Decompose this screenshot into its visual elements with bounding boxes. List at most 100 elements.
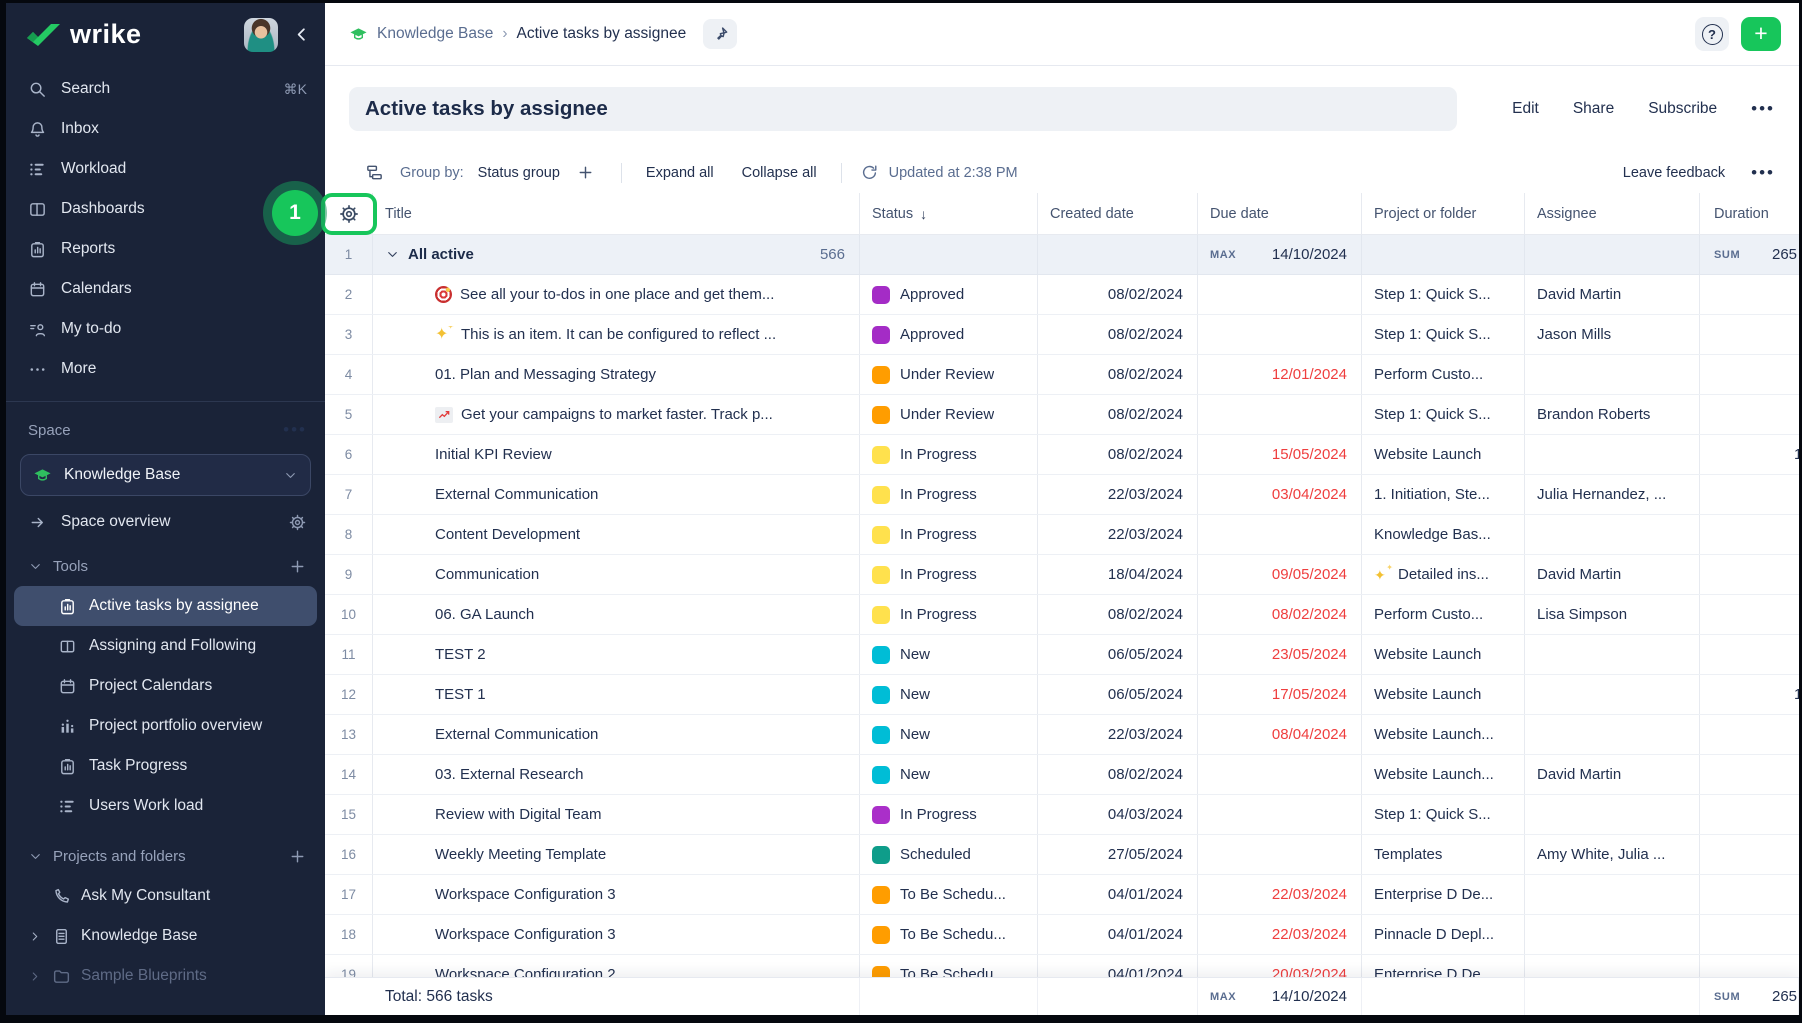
cell-title[interactable]: TEST 2 bbox=[373, 635, 860, 674]
create-button[interactable]: + bbox=[1741, 17, 1781, 51]
cell-title[interactable]: Weekly Meeting Template bbox=[373, 835, 860, 874]
chevron-down-icon[interactable] bbox=[385, 247, 400, 262]
edit-button[interactable]: Edit bbox=[1512, 100, 1539, 118]
table-row[interactable]: 11TEST 2New06/05/202423/05/2024Website L… bbox=[325, 635, 1799, 675]
projects-section-header[interactable]: Projects and folders bbox=[6, 836, 325, 876]
cell-status[interactable]: Approved bbox=[860, 275, 1038, 314]
sidebar-item-search[interactable]: Search⌘K bbox=[6, 69, 325, 109]
sidebar-item-ask-my-consultant[interactable]: Ask My Consultant bbox=[6, 876, 325, 916]
cell-status[interactable]: To Be Schedu... bbox=[860, 915, 1038, 954]
annotation-highlight-box[interactable] bbox=[321, 193, 377, 235]
table-row[interactable]: 6Initial KPI ReviewIn Progress08/02/2024… bbox=[325, 435, 1799, 475]
expand-all-button[interactable]: Expand all bbox=[646, 165, 714, 181]
sidebar-item-knowledge-base[interactable]: Knowledge Base bbox=[6, 916, 325, 956]
cell-title[interactable]: Communication bbox=[373, 555, 860, 594]
cell-title[interactable]: Get your campaigns to market faster. Tra… bbox=[373, 395, 860, 434]
cell-title[interactable]: ✦This is an item. It can be configured t… bbox=[373, 315, 860, 354]
cell-status[interactable]: In Progress bbox=[860, 515, 1038, 554]
cell-status[interactable]: In Progress bbox=[860, 435, 1038, 474]
toolbar-more-button[interactable]: ••• bbox=[1751, 163, 1775, 183]
chevron-right-icon[interactable] bbox=[28, 929, 42, 944]
cell-status[interactable]: Scheduled bbox=[860, 835, 1038, 874]
cell-status[interactable]: In Progress bbox=[860, 595, 1038, 634]
gear-icon[interactable] bbox=[338, 203, 360, 225]
table-row[interactable]: 12TEST 1New06/05/202417/05/2024Website L… bbox=[325, 675, 1799, 715]
cell-status[interactable]: To Be Schedu... bbox=[860, 875, 1038, 914]
table-row[interactable]: 3✦This is an item. It can be configured … bbox=[325, 315, 1799, 355]
breadcrumb-space-link[interactable]: Knowledge Base bbox=[377, 25, 493, 43]
refresh-icon[interactable] bbox=[860, 163, 879, 182]
wrike-logo[interactable]: wrike bbox=[26, 19, 244, 50]
cell-title[interactable]: Content Development bbox=[373, 515, 860, 554]
chevron-right-icon[interactable] bbox=[28, 969, 42, 984]
table-row[interactable]: 13External CommunicationNew22/03/202408/… bbox=[325, 715, 1799, 755]
cell-status[interactable]: Approved bbox=[860, 315, 1038, 354]
sidebar-item-active-tasks-by-assignee[interactable]: Active tasks by assignee bbox=[14, 586, 317, 626]
table-row[interactable]: 16Weekly Meeting TemplateScheduled27/05/… bbox=[325, 835, 1799, 875]
sidebar-item-reports[interactable]: Reports bbox=[6, 229, 325, 269]
cell-status[interactable]: In Progress bbox=[860, 555, 1038, 594]
table-row[interactable]: 8Content DevelopmentIn Progress22/03/202… bbox=[325, 515, 1799, 555]
cell-title[interactable]: Workspace Configuration 3 bbox=[373, 875, 860, 914]
table-row[interactable]: 18Workspace Configuration 3To Be Schedu.… bbox=[325, 915, 1799, 955]
sidebar-item-sample-blueprints[interactable]: Sample Blueprints bbox=[6, 956, 325, 996]
cell-title[interactable]: TEST 1 bbox=[373, 675, 860, 714]
sidebar-item-space-overview[interactable]: Space overview bbox=[6, 502, 325, 542]
help-button[interactable]: ? bbox=[1695, 17, 1729, 51]
gear-icon[interactable] bbox=[288, 513, 307, 532]
cell-title[interactable]: 03. External Research bbox=[373, 755, 860, 794]
column-header-status[interactable]: Status ↓ bbox=[860, 193, 1038, 234]
sidebar-item-workload[interactable]: Workload bbox=[6, 149, 325, 189]
sort-desc-icon[interactable]: ↓ bbox=[920, 206, 927, 222]
cell-status[interactable]: New bbox=[860, 635, 1038, 674]
table-row[interactable]: 15Review with Digital TeamIn Progress04/… bbox=[325, 795, 1799, 835]
column-header-title[interactable]: Title bbox=[373, 193, 860, 234]
table-row[interactable]: 17Workspace Configuration 3To Be Schedu.… bbox=[325, 875, 1799, 915]
table-row[interactable]: 9CommunicationIn Progress18/04/202409/05… bbox=[325, 555, 1799, 595]
plus-icon[interactable] bbox=[576, 163, 595, 182]
cell-status[interactable]: Under Review bbox=[860, 355, 1038, 394]
table-row[interactable]: 1403. External ResearchNew08/02/2024Webs… bbox=[325, 755, 1799, 795]
space-more-button[interactable]: ••• bbox=[283, 420, 307, 440]
sidebar-item-project-calendars[interactable]: Project Calendars bbox=[6, 666, 325, 706]
pin-button[interactable] bbox=[703, 19, 737, 49]
cell-title[interactable]: Review with Digital Team bbox=[373, 795, 860, 834]
sidebar-item-my-to-do[interactable]: My to-do bbox=[6, 309, 325, 349]
sidebar-item-assigning-and-following[interactable]: Assigning and Following bbox=[6, 626, 325, 666]
cell-status[interactable]: In Progress bbox=[860, 475, 1038, 514]
table-row[interactable]: 2See all your to-dos in one place and ge… bbox=[325, 275, 1799, 315]
space-selector[interactable]: Knowledge Base bbox=[20, 454, 311, 496]
column-header-created[interactable]: Created date bbox=[1038, 193, 1198, 234]
subscribe-button[interactable]: Subscribe bbox=[1648, 100, 1717, 118]
sidebar-item-calendars[interactable]: Calendars bbox=[6, 269, 325, 309]
sidebar-collapse-icon[interactable] bbox=[292, 25, 311, 44]
column-header-duration[interactable]: Duration bbox=[1700, 193, 1799, 234]
cell-title[interactable]: External Communication bbox=[373, 715, 860, 754]
cell-status[interactable]: Under Review bbox=[860, 395, 1038, 434]
cell-status[interactable]: New bbox=[860, 715, 1038, 754]
cell-title[interactable]: Workspace Configuration 3 bbox=[373, 915, 860, 954]
cell-status[interactable]: New bbox=[860, 675, 1038, 714]
group-by-value[interactable]: Status group bbox=[478, 165, 560, 181]
tools-section-header[interactable]: Tools bbox=[6, 546, 325, 586]
share-button[interactable]: Share bbox=[1573, 100, 1614, 118]
report-title-input[interactable]: Active tasks by assignee bbox=[349, 87, 1457, 131]
title-more-button[interactable]: ••• bbox=[1751, 99, 1775, 119]
cell-status[interactable]: New bbox=[860, 755, 1038, 794]
plus-icon[interactable] bbox=[288, 847, 307, 866]
cell-title[interactable]: 01. Plan and Messaging Strategy bbox=[373, 355, 860, 394]
table-row[interactable]: 401. Plan and Messaging StrategyUnder Re… bbox=[325, 355, 1799, 395]
collapse-all-button[interactable]: Collapse all bbox=[742, 165, 817, 181]
table-row[interactable]: 7External CommunicationIn Progress22/03/… bbox=[325, 475, 1799, 515]
sidebar-item-task-progress[interactable]: Task Progress bbox=[6, 746, 325, 786]
cell-title[interactable]: Initial KPI Review bbox=[373, 435, 860, 474]
cell-title[interactable]: 06. GA Launch bbox=[373, 595, 860, 634]
cell-title[interactable]: See all your to-dos in one place and get… bbox=[373, 275, 860, 314]
cell-title[interactable]: External Communication bbox=[373, 475, 860, 514]
table-row[interactable]: 5Get your campaigns to market faster. Tr… bbox=[325, 395, 1799, 435]
column-header-project[interactable]: Project or folder bbox=[1362, 193, 1525, 234]
column-header-due[interactable]: Due date bbox=[1198, 193, 1362, 234]
plus-icon[interactable] bbox=[288, 557, 307, 576]
sidebar-item-users-work-load[interactable]: Users Work load bbox=[6, 786, 325, 826]
cell-status[interactable]: In Progress bbox=[860, 795, 1038, 834]
